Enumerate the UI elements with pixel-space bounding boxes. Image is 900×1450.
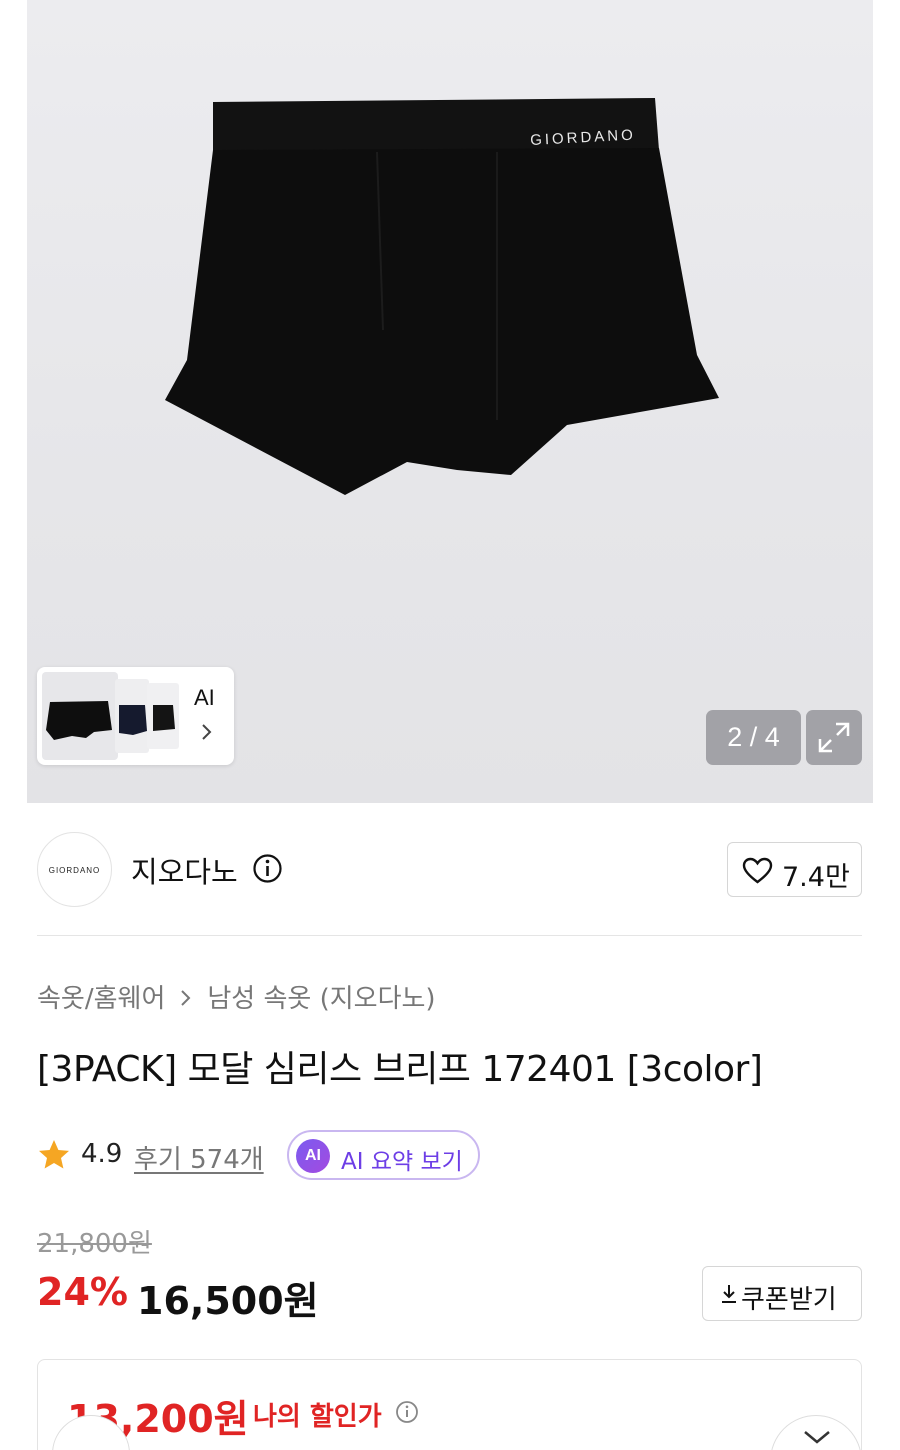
- thumbnail-dark[interactable]: [147, 683, 179, 749]
- discount-rate: 24%: [37, 1270, 128, 1314]
- rating-row: 4.9 후기 574개 AI AI 요약 보기: [37, 1130, 862, 1180]
- sale-price: 16,500원: [137, 1279, 319, 1323]
- brand-logo[interactable]: GIORDANO: [37, 832, 112, 907]
- ai-label: AI: [194, 685, 215, 710]
- price-row: 24% 16,500원 쿠폰받기: [37, 1266, 862, 1326]
- product-gallery[interactable]: GIORDANO AI 2 / 4: [0, 0, 900, 803]
- chevron-right-icon: [181, 989, 191, 1006]
- floating-button-right[interactable]: [770, 1415, 862, 1450]
- chevron-down-icon: [804, 1431, 830, 1444]
- ai-summary-button[interactable]: AI AI 요약 보기: [287, 1130, 480, 1180]
- chevron-right-icon: [202, 724, 212, 740]
- brand-name[interactable]: 지오다노: [131, 849, 238, 891]
- divider: [37, 935, 862, 936]
- ai-thumbnail-card[interactable]: AI: [37, 667, 234, 765]
- like-button[interactable]: 7.4만: [727, 842, 862, 897]
- like-count: 7.4만: [782, 862, 850, 893]
- ai-badge-icon: AI: [296, 1139, 330, 1173]
- ai-summary-label: AI 요약 보기: [341, 1149, 463, 1175]
- heart-icon: [742, 857, 773, 884]
- product-title: [3PACK] 모달 심리스 브리프 172401 [3color]: [37, 1049, 763, 1090]
- breadcrumb: 속옷/홈웨어 남성 속옷 (지오다노): [37, 978, 436, 1015]
- expand-icon: [818, 722, 850, 753]
- coupon-button[interactable]: 쿠폰받기: [702, 1266, 862, 1321]
- thumbnail-black[interactable]: [42, 672, 118, 760]
- coupon-label: 쿠폰받기: [741, 1285, 837, 1315]
- my-discount-label: 나의 할인가: [253, 1402, 382, 1432]
- breadcrumb-subcategory[interactable]: 남성 속옷 (지오다노): [207, 984, 435, 1014]
- original-price: 21,800원: [37, 1229, 152, 1259]
- image-counter: 2 / 4: [706, 710, 801, 765]
- rating-value: 4.9: [81, 1139, 123, 1169]
- info-icon[interactable]: [252, 853, 283, 884]
- download-icon: [722, 1285, 736, 1303]
- reviews-link[interactable]: 후기 574개: [134, 1139, 264, 1176]
- brand-row: GIORDANO 지오다노 7.4만: [37, 832, 862, 908]
- star-icon: [39, 1140, 69, 1169]
- thumbnail-navy[interactable]: [115, 679, 149, 753]
- my-discount-price-box[interactable]: 13,200원 나의 할인가: [37, 1359, 862, 1450]
- fullscreen-button[interactable]: [806, 710, 862, 765]
- info-icon[interactable]: [395, 1400, 419, 1424]
- breadcrumb-category[interactable]: 속옷/홈웨어: [37, 984, 165, 1014]
